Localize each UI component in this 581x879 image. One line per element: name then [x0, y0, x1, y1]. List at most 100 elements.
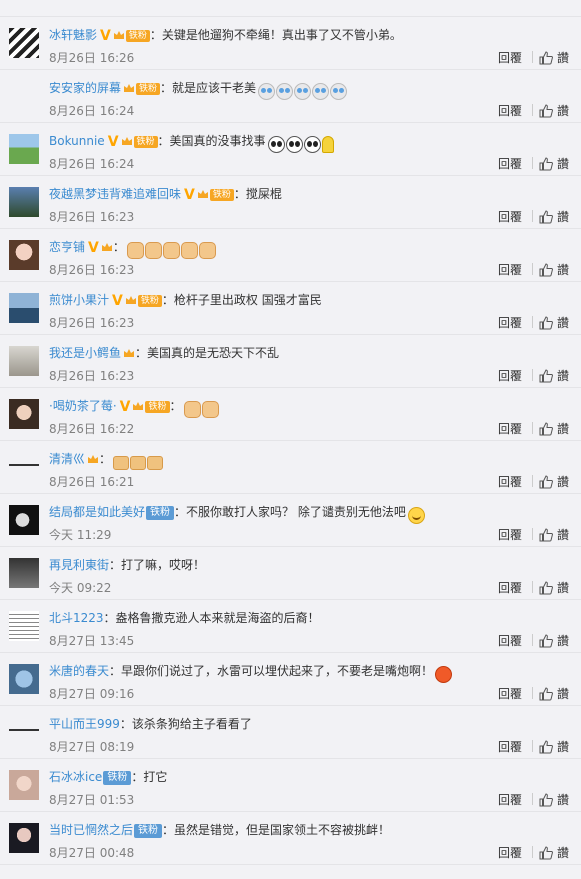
username-link[interactable]: 结局都是如此美好 — [49, 505, 145, 519]
reply-button[interactable]: 回覆 — [498, 157, 522, 171]
thumb-up-icon[interactable] — [539, 528, 553, 542]
avatar[interactable] — [9, 611, 39, 641]
comment-time: 8月27日 13:45 — [49, 634, 135, 648]
like-button[interactable]: 讚 — [557, 157, 569, 171]
like-button[interactable]: 讚 — [557, 687, 569, 701]
avatar[interactable] — [9, 81, 39, 111]
comment-actions: 回覆 讚 — [498, 473, 569, 490]
reply-button[interactable]: 回覆 — [498, 846, 522, 860]
avatar[interactable] — [9, 770, 39, 800]
emoji-group — [183, 401, 220, 418]
avatar[interactable] — [9, 452, 39, 482]
like-button[interactable]: 讚 — [557, 475, 569, 489]
reply-button[interactable]: 回覆 — [498, 51, 522, 65]
thumb-up-icon[interactable] — [539, 634, 553, 648]
avatar[interactable] — [9, 187, 39, 217]
like-button[interactable]: 讚 — [557, 793, 569, 807]
fan-badge: 铁粉 — [133, 136, 158, 148]
reply-button[interactable]: 回覆 — [498, 422, 522, 436]
avatar[interactable] — [9, 664, 39, 694]
username-link[interactable]: 我还是小鳄鱼 — [49, 346, 121, 360]
comment-actions: 回覆 讚 — [498, 791, 569, 808]
username-link[interactable]: ·喝奶茶了莓· — [49, 399, 117, 413]
thumb-up-icon[interactable] — [539, 210, 553, 224]
reply-button[interactable]: 回覆 — [498, 263, 522, 277]
thumb-up-icon[interactable] — [539, 422, 553, 436]
crown-icon — [133, 402, 144, 410]
emoji-group — [407, 507, 426, 524]
username-link[interactable]: 恋亨铺 — [49, 240, 85, 254]
reply-button[interactable]: 回覆 — [498, 687, 522, 701]
thumb-up-icon[interactable] — [539, 104, 553, 118]
reply-button[interactable]: 回覆 — [498, 581, 522, 595]
avatar[interactable] — [9, 134, 39, 164]
comment-time: 8月26日 16:26 — [49, 51, 135, 65]
comment-text: ：美国真的是无恐天下不乱 — [135, 346, 280, 360]
username-link[interactable]: 煎饼小果汁 — [49, 293, 109, 307]
comment-body: 再見利東街：打了嘛，哎呀！ — [49, 557, 571, 574]
thumb-up-icon[interactable] — [539, 581, 553, 595]
avatar[interactable] — [9, 823, 39, 853]
avatar[interactable] — [9, 505, 39, 535]
username-link[interactable]: 安安家的屏幕 — [49, 81, 121, 95]
like-button[interactable]: 讚 — [557, 528, 569, 542]
comment-actions: 回覆 讚 — [498, 844, 569, 861]
comment-item: 煎饼小果汁 V 铁粉 ：枪杆子里出政权 国强才富民 8月26日 16:23 回覆 讚 — [0, 282, 581, 335]
like-button[interactable]: 讚 — [557, 316, 569, 330]
avatar[interactable] — [9, 240, 39, 270]
avatar[interactable] — [9, 28, 39, 58]
username-link[interactable]: 清清巛 — [49, 452, 85, 466]
username-link[interactable]: 石冰冰ice — [49, 770, 102, 784]
thumb-up-icon[interactable] — [539, 51, 553, 65]
like-button[interactable]: 讚 — [557, 634, 569, 648]
like-button[interactable]: 讚 — [557, 263, 569, 277]
username-link[interactable]: Bokunnie — [49, 134, 105, 148]
thumb-up-icon[interactable] — [539, 846, 553, 860]
avatar[interactable] — [9, 293, 39, 323]
like-button[interactable]: 讚 — [557, 740, 569, 754]
username-link[interactable]: 北斗1223 — [49, 611, 104, 625]
action-divider — [531, 581, 533, 593]
reply-button[interactable]: 回覆 — [498, 634, 522, 648]
thumb-up-icon[interactable] — [539, 157, 553, 171]
fist-emoji-icon — [183, 401, 201, 418]
emoji-group — [435, 666, 453, 683]
username-link[interactable]: 再見利東街 — [49, 558, 109, 572]
thumb-up-icon[interactable] — [539, 475, 553, 489]
thumb-up-icon[interactable] — [539, 740, 553, 754]
username-link[interactable]: 平山而王999 — [49, 717, 120, 731]
thumb-up-icon[interactable] — [539, 263, 553, 277]
username-link[interactable]: 夜越黑梦违背难追难回味 — [49, 187, 181, 201]
reply-button[interactable]: 回覆 — [498, 369, 522, 383]
reply-button[interactable]: 回覆 — [498, 316, 522, 330]
like-button[interactable]: 讚 — [557, 210, 569, 224]
avatar[interactable] — [9, 558, 39, 588]
username-link[interactable]: 冰轩魅影 — [49, 28, 97, 42]
action-divider — [531, 475, 533, 487]
reply-button[interactable]: 回覆 — [498, 528, 522, 542]
thumb-up-icon[interactable] — [539, 793, 553, 807]
fan-badge: 铁粉 — [209, 189, 234, 201]
username-link[interactable]: 米唐的春天 — [49, 664, 109, 678]
reply-button[interactable]: 回覆 — [498, 210, 522, 224]
thumb-up-icon[interactable] — [539, 316, 553, 330]
like-button[interactable]: 讚 — [557, 104, 569, 118]
comment-item: 结局都是如此美好 铁粉 ：不服你敢打人家吗？ 除了谴责别无他法吧 今天 11:29 … — [0, 494, 581, 547]
like-button[interactable]: 讚 — [557, 422, 569, 436]
comment-time: 8月26日 16:23 — [49, 316, 135, 330]
reply-button[interactable]: 回覆 — [498, 104, 522, 118]
reply-button[interactable]: 回覆 — [498, 793, 522, 807]
like-button[interactable]: 讚 — [557, 846, 569, 860]
emoji-group — [126, 242, 217, 259]
avatar[interactable] — [9, 346, 39, 376]
avatar[interactable] — [9, 717, 39, 747]
like-button[interactable]: 讚 — [557, 369, 569, 383]
username-link[interactable]: 当时已惘然之后 — [49, 823, 133, 837]
thumb-up-icon[interactable] — [539, 369, 553, 383]
thumb-up-icon[interactable] — [539, 687, 553, 701]
like-button[interactable]: 讚 — [557, 51, 569, 65]
avatar[interactable] — [9, 399, 39, 429]
reply-button[interactable]: 回覆 — [498, 740, 522, 754]
reply-button[interactable]: 回覆 — [498, 475, 522, 489]
like-button[interactable]: 讚 — [557, 581, 569, 595]
